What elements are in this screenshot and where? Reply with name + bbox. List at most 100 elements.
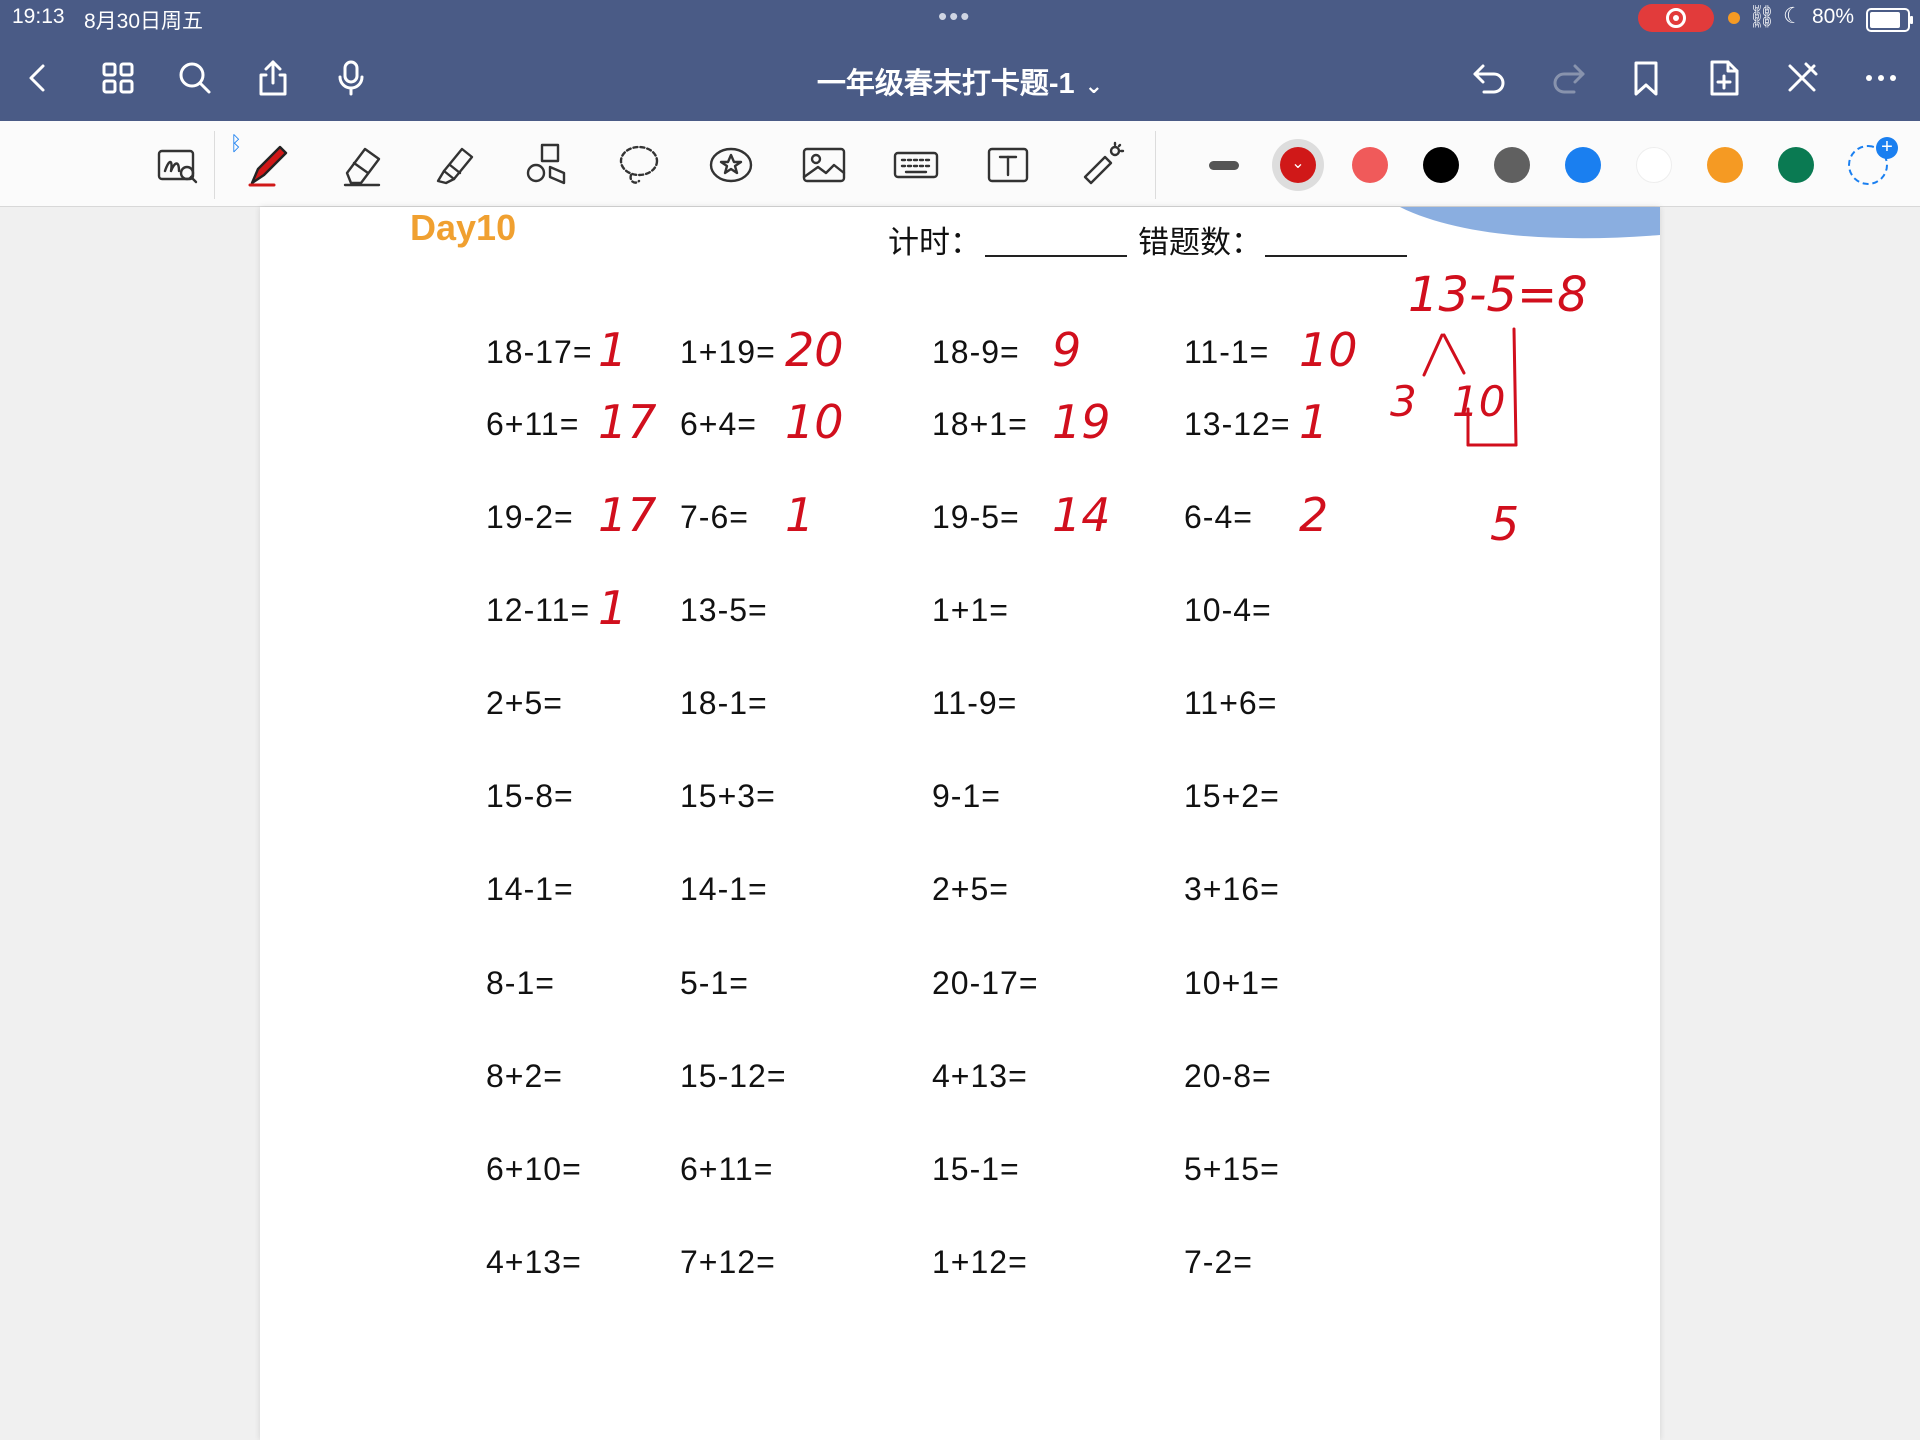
problem-item: 4+13=: [486, 1244, 582, 1280]
microphone-icon[interactable]: [325, 52, 377, 104]
battery-percent: 80%: [1812, 5, 1855, 28]
handwritten-answer: 1: [598, 323, 628, 377]
search-icon[interactable]: [169, 52, 221, 104]
handwritten-answer: 2: [1299, 488, 1329, 542]
problem-item: 19-5=: [932, 499, 1020, 535]
handwritten-answer: 10: [1299, 323, 1358, 377]
problem-item: 19-2=: [486, 499, 574, 535]
highlighter-icon[interactable]: [426, 137, 482, 193]
pen-tool-icon[interactable]: [240, 137, 296, 193]
problem-item: 13-5=: [680, 592, 768, 628]
document-title-text: 一年级春末打卡题-1: [816, 68, 1075, 100]
eraser-icon[interactable]: [333, 137, 389, 193]
header-decoration: [1400, 207, 1660, 239]
problem-item: 5-1=: [680, 965, 749, 1001]
timer-label: 计时：: [888, 225, 981, 260]
problem-item: 18+1=: [932, 406, 1028, 442]
undo-icon[interactable]: [1464, 52, 1516, 104]
document-title[interactable]: 一年级春末打卡题-1 ⌄: [700, 60, 1220, 102]
problem-item: 5+15=: [1184, 1151, 1280, 1187]
worksheet-page[interactable]: Day10 计时： 错题数： 18-17= 1 1+19= 20 18-9= 9 11-1=…: [260, 207, 1660, 1440]
problem-item: 1+12=: [932, 1244, 1028, 1280]
grid-icon[interactable]: [92, 52, 144, 104]
focus-moon-icon: ☾: [1783, 3, 1803, 28]
errors-blank: [1265, 255, 1407, 257]
problem-item: 15-8=: [486, 778, 574, 814]
problem-item: 6-4=: [1184, 499, 1253, 535]
problem-item: 14-1=: [680, 871, 768, 907]
screen-record-icon[interactable]: [1638, 4, 1714, 32]
color-swatch-light-red[interactable]: [1352, 147, 1388, 183]
problem-item: 1+1=: [932, 592, 1009, 628]
shapes-icon[interactable]: [518, 137, 574, 193]
problem-item: 14-1=: [486, 871, 574, 907]
work-split-left: 3: [1390, 377, 1417, 426]
handwritten-answer: 1: [598, 581, 628, 635]
problem-item: 6+10=: [486, 1151, 582, 1187]
stroke-width-icon[interactable]: [1209, 161, 1239, 170]
link-icon: ⛓: [1748, 4, 1776, 29]
add-color-icon[interactable]: +: [1848, 137, 1898, 185]
problem-item: 10+1=: [1184, 965, 1280, 1001]
handwritten-answer: 9: [1052, 323, 1082, 377]
laser-pointer-icon[interactable]: [1073, 137, 1129, 193]
chevron-down-icon: ⌄: [1084, 73, 1104, 98]
problem-item: 4+13=: [932, 1058, 1028, 1094]
day-label: Day10: [410, 207, 517, 248]
problem-item: 3+16=: [1184, 871, 1280, 907]
problem-item: 6+11=: [486, 406, 580, 442]
close-tools-icon[interactable]: [1776, 52, 1828, 104]
problem-item: 15-1=: [932, 1151, 1020, 1187]
handwritten-answer: 17: [598, 395, 657, 449]
multitask-dots-icon[interactable]: •••: [938, 1, 971, 32]
color-swatch-black[interactable]: [1423, 147, 1459, 183]
problem-item: 12-11=: [486, 592, 591, 628]
selected-color-ring[interactable]: ⌄: [1272, 139, 1324, 191]
handwriting-zoom-icon[interactable]: [149, 137, 205, 193]
work-split-right: 10: [1452, 377, 1506, 426]
chevron-down-icon: ⌄: [1280, 147, 1316, 183]
problem-item: 11-9=: [932, 685, 1018, 721]
color-swatch-white[interactable]: [1636, 147, 1672, 183]
handwritten-answer: 17: [598, 488, 657, 542]
app-bar: 19:13 8月30日周五 ••• ⛓ ☾ 80% 一年级春末打卡题-1 ⌄: [0, 0, 1920, 121]
problem-item: 2+5=: [486, 685, 563, 721]
problem-item: 10-4=: [1184, 592, 1272, 628]
drawing-toolbar: ᛒ ⌄ +: [0, 121, 1920, 207]
text-box-icon[interactable]: [980, 137, 1036, 193]
color-swatch-green[interactable]: [1778, 147, 1814, 183]
work-equation: 13-5=8: [1408, 267, 1588, 323]
redo-icon[interactable]: [1542, 52, 1594, 104]
handwritten-answer: 1: [1299, 395, 1329, 449]
color-swatch-blue[interactable]: [1565, 147, 1601, 183]
status-bar: 19:13 8月30日周五 ••• ⛓ ☾ 80%: [0, 0, 1920, 36]
work-result: 5: [1490, 497, 1520, 551]
back-icon[interactable]: [12, 52, 64, 104]
problem-item: 18-9=: [932, 334, 1020, 370]
problem-item: 7+12=: [680, 1244, 776, 1280]
problem-item: 18-17=: [486, 334, 593, 370]
handwritten-answer: 14: [1052, 488, 1111, 542]
bookmark-icon[interactable]: [1620, 52, 1672, 104]
keyboard-icon[interactable]: [888, 137, 944, 193]
color-swatch-gray[interactable]: [1494, 147, 1530, 183]
mic-indicator-icon: [1728, 12, 1740, 24]
share-icon[interactable]: [247, 52, 299, 104]
problem-item: 7-6=: [680, 499, 749, 535]
problem-item: 1+19=: [680, 334, 776, 370]
image-icon[interactable]: [796, 137, 852, 193]
problem-item: 20-17=: [932, 965, 1039, 1001]
problem-item: 8+2=: [486, 1058, 563, 1094]
timer-blank: [985, 255, 1127, 257]
problem-item: 15+3=: [680, 778, 776, 814]
battery-icon: [1866, 8, 1913, 32]
more-icon[interactable]: [1855, 52, 1907, 104]
lasso-icon[interactable]: [611, 137, 667, 193]
sticker-icon[interactable]: [703, 137, 759, 193]
color-swatch-orange[interactable]: [1707, 147, 1743, 183]
problem-item: 2+5=: [932, 871, 1009, 907]
add-page-icon[interactable]: [1698, 52, 1750, 104]
errors-label: 错题数：: [1138, 225, 1262, 260]
handwritten-answer: 10: [785, 395, 844, 449]
problem-item: 7-2=: [1184, 1244, 1253, 1280]
